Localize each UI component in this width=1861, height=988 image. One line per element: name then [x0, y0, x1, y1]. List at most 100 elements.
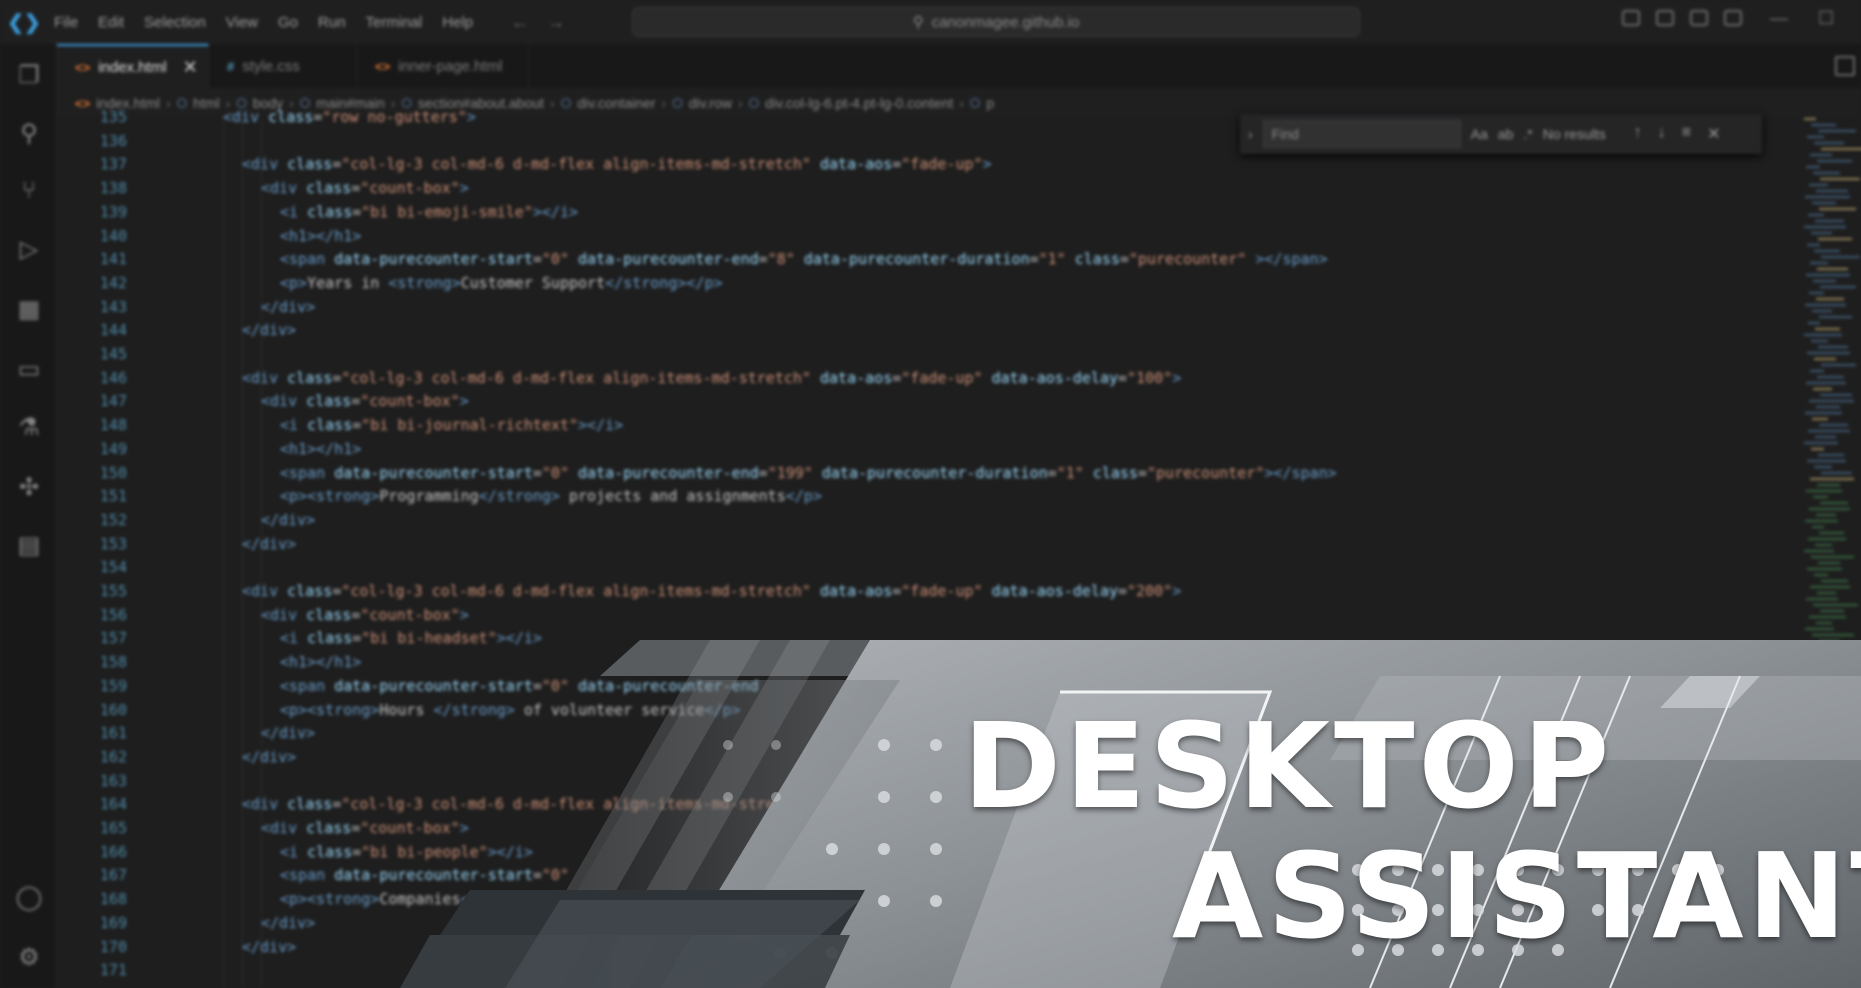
- source-control-icon[interactable]: ⑂: [14, 176, 44, 206]
- arrow-down-icon[interactable]: ↓: [1658, 124, 1666, 144]
- toggle-panel-icon[interactable]: [1656, 10, 1674, 26]
- minimap-line: [1814, 574, 1828, 576]
- regex-toggle[interactable]: .*: [1523, 126, 1532, 142]
- extensions-icon[interactable]: ▦: [14, 294, 44, 324]
- back-arrow-icon[interactable]: ←: [511, 12, 529, 33]
- tab-label: style.css: [242, 57, 300, 75]
- menu-help[interactable]: Help: [442, 14, 473, 31]
- testing-icon[interactable]: ⚗: [14, 412, 44, 442]
- python-icon[interactable]: ✣: [14, 472, 44, 502]
- line-number: 170: [99, 937, 127, 956]
- code-line[interactable]: 138 <div class="count-box">: [57, 177, 1757, 201]
- menu-edit[interactable]: Edit: [98, 14, 124, 31]
- activity-bar: ❐ ⚲ ⑂ ▷ ▦ ▭ ⚗ ✣ ▤ ◯ ⚙: [0, 44, 57, 988]
- split-editor-icon[interactable]: [1835, 56, 1855, 76]
- code-line[interactable]: 141 <span data-purecounter-start="0" data…: [57, 248, 1757, 272]
- whole-word-toggle[interactable]: ab: [1498, 126, 1514, 142]
- chevron-right-icon[interactable]: ›: [1248, 126, 1253, 142]
- customize-layout-icon[interactable]: [1724, 10, 1742, 26]
- line-number: 144: [99, 321, 127, 340]
- line-number: 151: [99, 487, 127, 506]
- menu-selection[interactable]: Selection: [144, 14, 206, 31]
- account-icon[interactable]: ◯: [14, 882, 44, 912]
- find-in-selection-icon[interactable]: ≡: [1682, 124, 1691, 144]
- code-text: <div class="col-lg-3 col-md-6 d-md-flex …: [242, 582, 1182, 600]
- tab-inner-page-html[interactable]: <> inner-page.html: [357, 44, 529, 88]
- code-line[interactable]: 150 <span data-purecounter-start="0" data…: [57, 462, 1757, 486]
- code-text: </div>: [261, 724, 316, 743]
- run-debug-icon[interactable]: ▷: [14, 234, 44, 264]
- gear-icon[interactable]: ⚙: [14, 942, 44, 972]
- code-line[interactable]: 156 <div class="count-box">: [57, 604, 1757, 628]
- code-line[interactable]: 154: [57, 556, 1757, 580]
- line-number: 154: [99, 558, 127, 577]
- code-line[interactable]: 159 <span data-purecounter-start="0" data…: [57, 675, 1757, 699]
- minimap-line: [1808, 430, 1850, 432]
- close-icon[interactable]: ✕: [1707, 124, 1720, 144]
- code-line[interactable]: 158 <h1></h1>: [57, 651, 1757, 675]
- menu-run[interactable]: Run: [318, 14, 346, 31]
- code-line[interactable]: 153 </div>: [57, 533, 1757, 557]
- menu-file[interactable]: File: [54, 14, 78, 31]
- toggle-secondary-sidebar-icon[interactable]: [1690, 10, 1708, 26]
- minimap-line: [1820, 178, 1860, 180]
- line-number: 153: [99, 534, 127, 553]
- line-number: 141: [99, 250, 127, 269]
- code-line[interactable]: 152 </div>: [57, 509, 1757, 533]
- explorer-icon[interactable]: ❐: [14, 60, 44, 90]
- screenshot-root: ❮❯ File Edit Selection View Go Run Termi…: [0, 0, 1861, 988]
- tab-style-css[interactable]: # style.css: [209, 44, 357, 88]
- code-line[interactable]: 144 </div>: [57, 319, 1757, 343]
- code-line[interactable]: 139 <i class="bi bi-emoji-smile"></i>: [57, 201, 1757, 225]
- minimap-line: [1810, 262, 1828, 264]
- minimap-line: [1807, 568, 1842, 570]
- code-line[interactable]: 142 <p>Years in <strong>Customer Support<…: [57, 272, 1757, 296]
- code-line[interactable]: 151 <p><strong>Programming</strong> proje…: [57, 485, 1757, 509]
- find-input[interactable]: Find: [1262, 120, 1461, 148]
- chat-icon[interactable]: ▤: [14, 530, 44, 560]
- menu-terminal[interactable]: Terminal: [366, 14, 423, 31]
- line-number: 152: [99, 510, 127, 529]
- minimap-line: [1812, 202, 1836, 204]
- tab-index-html[interactable]: <> index.html ✕: [57, 44, 209, 88]
- code-text: </div>: [242, 534, 297, 553]
- line-number: 161: [99, 724, 127, 743]
- code-line[interactable]: 146 <div class="col-lg-3 col-md-6 d-md-fl…: [57, 367, 1757, 391]
- minimap-line: [1815, 544, 1832, 546]
- maximize-icon[interactable]: ☐: [1818, 8, 1834, 29]
- code-line[interactable]: 140 <h1></h1>: [57, 225, 1757, 249]
- close-icon[interactable]: ✕: [183, 57, 198, 78]
- search-icon[interactable]: ⚲: [14, 118, 44, 148]
- match-case-toggle[interactable]: Aa: [1471, 126, 1488, 142]
- forward-arrow-icon[interactable]: →: [547, 12, 565, 33]
- code-text: <span data-purecounter-start="0" data-pu…: [280, 676, 759, 695]
- minimap-line: [1805, 520, 1838, 522]
- minimap-line: [1810, 370, 1824, 372]
- minimap-line: [1821, 256, 1860, 258]
- code-line[interactable]: 148 <i class="bi bi-journal-richtext"></i…: [57, 414, 1757, 438]
- code-line[interactable]: 155 <div class="col-lg-3 col-md-6 d-md-fl…: [57, 580, 1757, 604]
- editor-tabs: <> index.html ✕ # style.css <> inner-pag…: [57, 44, 1861, 88]
- menu-view[interactable]: View: [226, 14, 258, 31]
- line-number: 168: [99, 890, 127, 909]
- menu-go[interactable]: Go: [278, 14, 298, 31]
- minimap-line: [1806, 490, 1842, 492]
- code-line[interactable]: 147 <div class="count-box">: [57, 390, 1757, 414]
- toggle-sidebar-icon[interactable]: [1622, 10, 1640, 26]
- arrow-up-icon[interactable]: ↑: [1634, 124, 1642, 144]
- minimize-icon[interactable]: —: [1770, 8, 1788, 29]
- code-line[interactable]: 143 </div>: [57, 296, 1757, 320]
- minimap-line: [1814, 466, 1832, 468]
- remote-explorer-icon[interactable]: ▭: [14, 354, 44, 384]
- command-center-search[interactable]: ⚲ canonmagee.github.io: [632, 7, 1360, 37]
- line-number: 138: [99, 179, 127, 198]
- vscode-logo-icon: ❮❯: [7, 11, 41, 34]
- code-line[interactable]: 157 <i class="bi bi-headset"></i>: [57, 627, 1757, 651]
- minimap-line: [1804, 550, 1834, 552]
- code-line[interactable]: 137 <div class="col-lg-3 col-md-6 d-md-fl…: [57, 153, 1757, 177]
- minimap-line: [1818, 238, 1852, 240]
- minimap-line: [1811, 340, 1828, 342]
- code-line[interactable]: 145: [57, 343, 1757, 367]
- minimap[interactable]: [1800, 118, 1861, 678]
- code-line[interactable]: 149 <h1></h1>: [57, 438, 1757, 462]
